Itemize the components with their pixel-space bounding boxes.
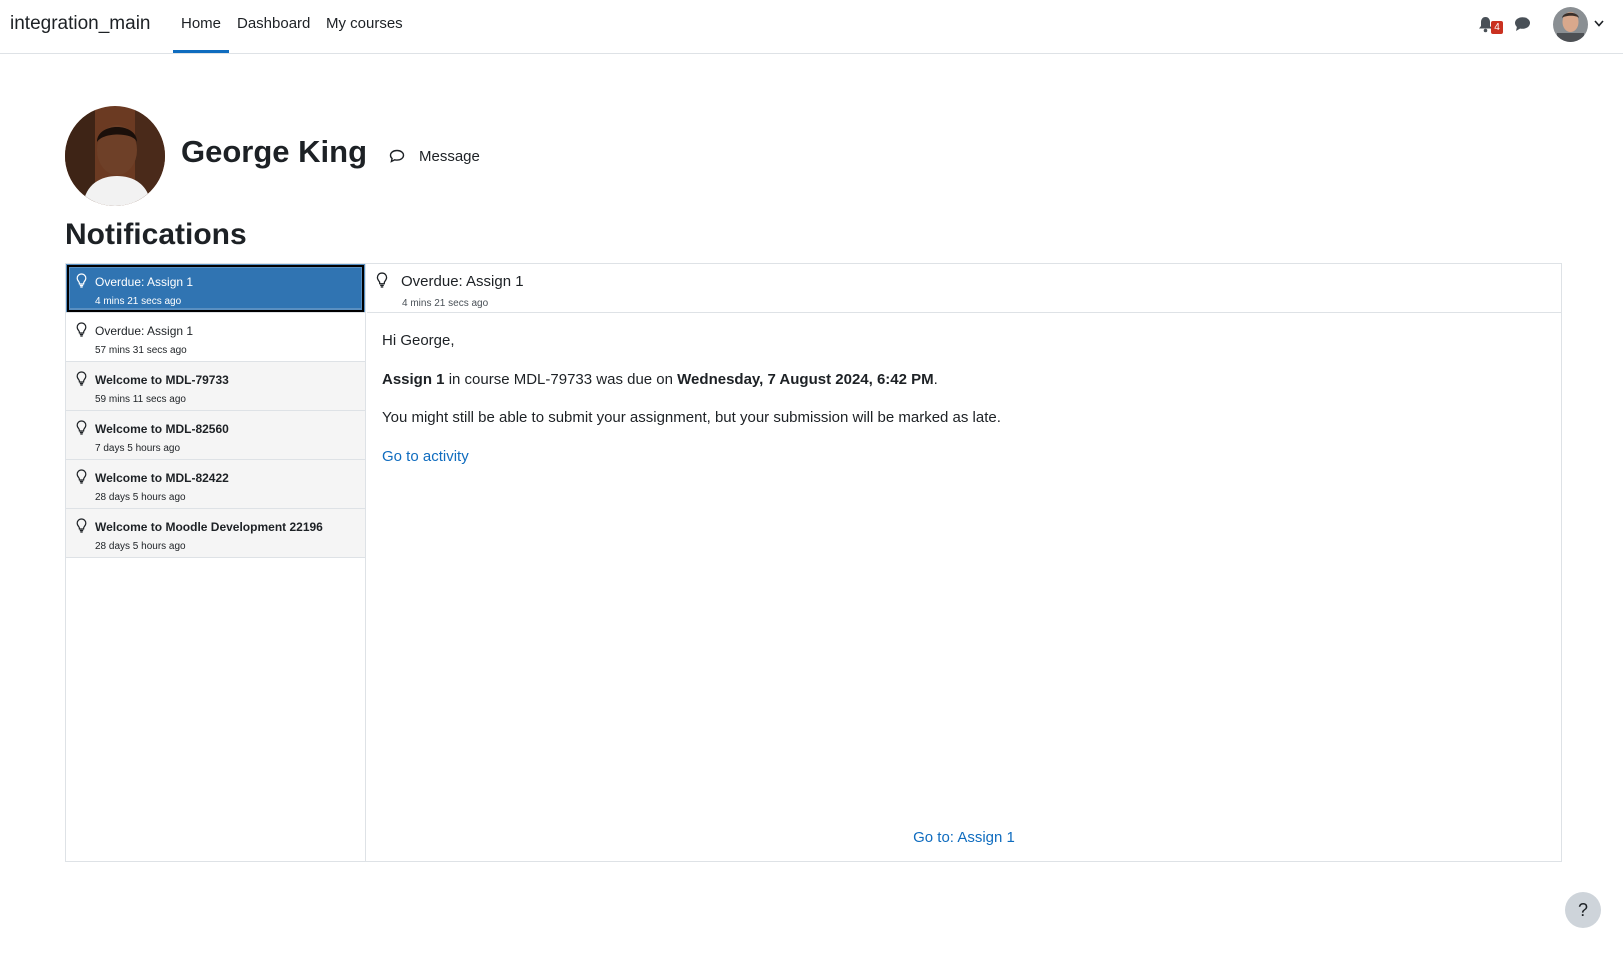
notification-item[interactable]: Welcome to MDL-82422 28 days 5 hours ago	[66, 460, 365, 509]
lightbulb-icon	[376, 272, 388, 288]
notification-item[interactable]: Overdue: Assign 1 57 mins 31 secs ago	[66, 313, 365, 362]
nav-my-courses[interactable]: My courses	[326, 15, 403, 32]
go-to-activity-link[interactable]: Go to activity	[382, 448, 469, 465]
lightbulb-icon	[76, 273, 87, 288]
detail-title: Overdue: Assign 1	[401, 273, 524, 290]
lightbulb-icon	[76, 518, 87, 533]
notification-detail: Overdue: Assign 1 4 mins 21 secs ago Hi …	[367, 264, 1561, 861]
lightbulb-icon	[76, 420, 87, 435]
lightbulb-icon	[76, 469, 87, 484]
page-title: Notifications	[65, 218, 247, 251]
notification-count-badge: 4	[1491, 21, 1503, 34]
lightbulb-icon	[76, 371, 87, 386]
nav-dashboard[interactable]: Dashboard	[237, 15, 310, 32]
notification-title: Welcome to MDL-82422	[95, 471, 229, 485]
notification-time: 59 mins 11 secs ago	[95, 394, 186, 405]
profile-avatar	[65, 106, 165, 206]
notification-list[interactable]: Overdue: Assign 1 4 mins 21 secs ago Ove…	[66, 264, 366, 861]
detail-time: 4 mins 21 secs ago	[402, 298, 489, 309]
notification-time: 57 mins 31 secs ago	[95, 345, 187, 356]
message-button[interactable]: Message	[389, 143, 480, 169]
notification-title: Welcome to MDL-79733	[95, 373, 229, 387]
due-text-middle: in course MDL-79733 was due on	[444, 371, 678, 388]
notification-title: Welcome to Moodle Development 22196	[95, 520, 323, 534]
chat-icon[interactable]	[1514, 16, 1531, 32]
message-button-label: Message	[419, 147, 480, 165]
notification-title: Overdue: Assign 1	[95, 275, 194, 289]
top-navbar: integration_main Home Dashboard My cours…	[0, 0, 1623, 54]
notification-time: 4 mins 21 secs ago	[95, 296, 182, 307]
notification-item[interactable]: Welcome to MDL-79733 59 mins 11 secs ago	[66, 362, 365, 411]
notifications-panel: Overdue: Assign 1 4 mins 21 secs ago Ove…	[65, 263, 1562, 862]
assignment-name: Assign 1	[382, 371, 445, 388]
greeting-text: Hi George,	[382, 332, 455, 349]
notification-item[interactable]: Welcome to Moodle Development 22196 28 d…	[66, 509, 365, 558]
nav-home[interactable]: Home	[181, 15, 221, 32]
notification-item[interactable]: Overdue: Assign 1 4 mins 21 secs ago	[66, 264, 365, 313]
due-text-end: .	[933, 371, 938, 388]
notification-time: 7 days 5 hours ago	[95, 443, 181, 454]
help-button[interactable]: ?	[1565, 892, 1601, 928]
chevron-down-icon[interactable]	[1594, 20, 1604, 27]
due-date: Wednesday, 7 August 2024, 6:42 PM	[677, 371, 934, 388]
notification-time: 28 days 5 hours ago	[95, 541, 186, 552]
active-nav-indicator	[173, 50, 229, 53]
notification-title: Welcome to MDL-82560	[95, 422, 229, 436]
go-to-assignment-link[interactable]: Go to: Assign 1	[367, 829, 1561, 846]
profile-name: George King	[181, 134, 368, 169]
speech-bubble-icon	[389, 149, 405, 163]
detail-header: Overdue: Assign 1 4 mins 21 secs ago	[367, 264, 1561, 313]
notification-time: 28 days 5 hours ago	[95, 492, 186, 503]
user-avatar[interactable]	[1553, 7, 1588, 42]
site-name[interactable]: integration_main	[10, 13, 150, 35]
due-text: Assign 1 in course MDL-79733 was due on …	[382, 371, 938, 388]
late-submission-text: You might still be able to submit your a…	[382, 409, 1001, 426]
lightbulb-icon	[76, 322, 87, 337]
notification-item[interactable]: Welcome to MDL-82560 7 days 5 hours ago	[66, 411, 365, 460]
notification-title: Overdue: Assign 1	[95, 324, 194, 338]
